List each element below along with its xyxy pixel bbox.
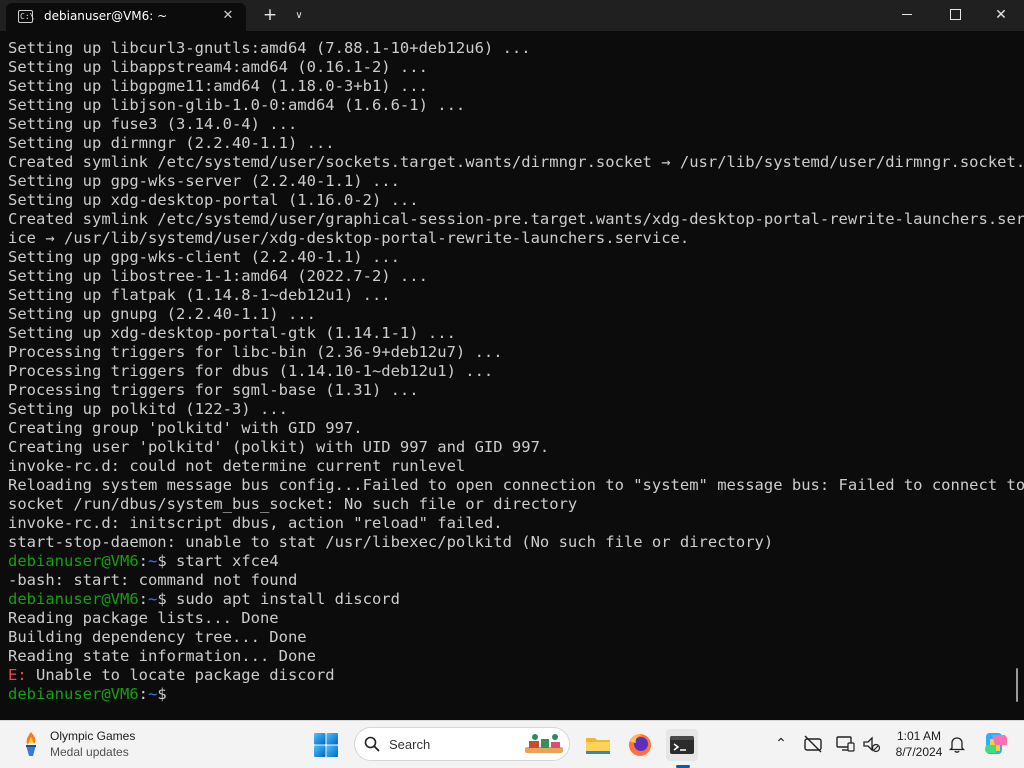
terminal-lines: Setting up libcurl3-gnutls:amd64 (7.88.1… bbox=[8, 39, 1024, 704]
terminal-output-line: ice → /usr/lib/systemd/user/xdg-desktop-… bbox=[8, 229, 690, 247]
error-prefix: E: bbox=[8, 666, 27, 684]
prompt-command: $ bbox=[157, 685, 167, 703]
terminal-tab[interactable]: C:\ debianuser@VM6: ~ ✕ bbox=[6, 3, 246, 31]
prompt-user-host: debianuser@VM6 bbox=[8, 590, 139, 608]
terminal-app-button[interactable] bbox=[666, 729, 698, 761]
terminal-output-line: invoke-rc.d: could not determine current… bbox=[8, 457, 466, 475]
olympic-torch-icon bbox=[26, 732, 36, 756]
close-tab-icon[interactable]: ✕ bbox=[218, 6, 238, 26]
terminal-output-line: invoke-rc.d: initscript dbus, action "re… bbox=[8, 514, 503, 532]
terminal-output-line: Creating group 'polkitd' with GID 997. bbox=[8, 419, 363, 437]
new-tab-button[interactable]: + bbox=[258, 0, 282, 31]
prompt-user-host: debianuser@VM6 bbox=[8, 552, 139, 570]
news-widget[interactable]: Olympic Games Medal updates bbox=[14, 727, 214, 763]
prompt-path: ~ bbox=[148, 552, 158, 570]
firefox-icon[interactable] bbox=[624, 729, 656, 761]
notification-bell-icon[interactable] bbox=[946, 733, 968, 755]
terminal-output-line: Setting up xdg-desktop-portal (1.16.0-2)… bbox=[8, 191, 419, 209]
terminal-output-line: -bash: start: command not found bbox=[8, 571, 298, 589]
terminal-output-line: Setting up fuse3 (3.14.0-4) ... bbox=[8, 115, 298, 133]
error-message: Unable to locate package discord bbox=[26, 666, 335, 684]
scrollbar-thumb[interactable] bbox=[1016, 668, 1018, 702]
chevron-down-icon[interactable]: ∨ bbox=[288, 0, 310, 31]
minimize-button[interactable] bbox=[884, 0, 930, 31]
terminal-output-line: Created symlink /etc/systemd/user/graphi… bbox=[8, 210, 1024, 228]
display-icon[interactable] bbox=[834, 733, 856, 755]
terminal-output-line: Setting up gpg-wks-client (2.2.40-1.1) .… bbox=[8, 248, 400, 266]
title-bar: C:\ debianuser@VM6: ~ ✕ + ∨ ✕ bbox=[0, 0, 1024, 31]
terminal-output-line: Processing triggers for dbus (1.14.10-1~… bbox=[8, 362, 494, 380]
taskbar-search-box[interactable]: Search bbox=[354, 727, 570, 761]
terminal-output-line: start-stop-daemon: unable to stat /usr/l… bbox=[8, 533, 774, 551]
volume-muted-icon[interactable] bbox=[860, 733, 882, 755]
prompt-user-host: debianuser@VM6 bbox=[8, 685, 139, 703]
terminal-output-line: Setting up xdg-desktop-portal-gtk (1.14.… bbox=[8, 324, 456, 342]
terminal-error-line: E: Unable to locate package discord bbox=[8, 666, 1024, 685]
prompt-command: $ start xfce4 bbox=[157, 552, 279, 570]
terminal-output-line: Setting up libappstream4:amd64 (0.16.1-2… bbox=[8, 58, 428, 76]
clock-date: 8/7/2024 bbox=[895, 745, 943, 759]
search-icon bbox=[364, 736, 380, 752]
taskbar: Olympic Games Medal updates Search ⌃ 1:0… bbox=[0, 720, 1024, 768]
prompt-path: ~ bbox=[148, 590, 158, 608]
terminal-output[interactable]: Setting up libcurl3-gnutls:amd64 (7.88.1… bbox=[0, 31, 1024, 720]
terminal-prompt-line: debianuser@VM6:~$ bbox=[8, 685, 1024, 704]
prompt-separator: : bbox=[138, 685, 148, 703]
terminal-output-line: Creating user 'polkitd' (polkit) with UI… bbox=[8, 438, 550, 456]
clock-time: 1:01 AM bbox=[896, 729, 942, 743]
terminal-icon bbox=[670, 736, 694, 754]
terminal-output-line: Created symlink /etc/systemd/user/socket… bbox=[8, 153, 1024, 171]
windows-start-icon[interactable] bbox=[312, 731, 340, 759]
terminal-output-line: Setting up gnupg (2.2.40-1.1) ... bbox=[8, 305, 316, 323]
tab-icon-text: C:\ bbox=[20, 12, 35, 21]
maximize-button[interactable] bbox=[932, 0, 978, 31]
search-highlight-illustration-icon bbox=[525, 734, 563, 753]
terminal-output-line: Setting up flatpak (1.14.8-1~deb12u1) ..… bbox=[8, 286, 391, 304]
tab-title: debianuser@VM6: ~ bbox=[44, 9, 168, 23]
terminal-output-line: Reloading system message bus config...Fa… bbox=[8, 476, 1024, 494]
terminal-output-line: Setting up libgpgme11:amd64 (1.18.0-3+b1… bbox=[8, 77, 428, 95]
search-placeholder: Search bbox=[389, 737, 431, 752]
terminal-prompt-line: debianuser@VM6:~$ sudo apt install disco… bbox=[8, 590, 1024, 609]
terminal-output-line: Building dependency tree... Done bbox=[8, 628, 307, 646]
terminal-output-line: Setting up dirmngr (2.2.40-1.1) ... bbox=[8, 134, 335, 152]
copilot-icon[interactable] bbox=[980, 729, 1010, 759]
widget-subtitle: Medal updates bbox=[50, 745, 129, 759]
show-hidden-icons-chevron-icon[interactable]: ⌃ bbox=[770, 733, 792, 755]
terminal-tab-icon: C:\ bbox=[18, 10, 35, 23]
terminal-prompt-line: debianuser@VM6:~$ start xfce4 bbox=[8, 552, 1024, 571]
system-clock[interactable]: 1:01 AM 8/7/2024 bbox=[884, 728, 954, 760]
terminal-output-line: Processing triggers for sgml-base (1.31)… bbox=[8, 381, 419, 399]
prompt-separator: : bbox=[138, 590, 148, 608]
terminal-output-line: Reading package lists... Done bbox=[8, 609, 279, 627]
terminal-output-line: Processing triggers for libc-bin (2.36-9… bbox=[8, 343, 503, 361]
terminal-output-line: socket /run/dbus/system_bus_socket: No s… bbox=[8, 495, 578, 513]
network-disconnected-icon[interactable] bbox=[802, 733, 824, 755]
close-window-button[interactable]: ✕ bbox=[978, 0, 1024, 31]
terminal-output-line: Reading state information... Done bbox=[8, 647, 316, 665]
terminal-output-line: Setting up polkitd (122-3) ... bbox=[8, 400, 288, 418]
terminal-output-line: Setting up libostree-1-1:amd64 (2022.7-2… bbox=[8, 267, 428, 285]
maximize-icon bbox=[949, 9, 961, 20]
widget-title: Olympic Games bbox=[50, 729, 136, 743]
prompt-path: ~ bbox=[148, 685, 158, 703]
file-explorer-icon[interactable] bbox=[582, 729, 614, 761]
prompt-separator: : bbox=[138, 552, 148, 570]
prompt-command: $ sudo apt install discord bbox=[157, 590, 400, 608]
terminal-output-line: Setting up gpg-wks-server (2.2.40-1.1) .… bbox=[8, 172, 400, 190]
terminal-output-line: Setting up libcurl3-gnutls:amd64 (7.88.1… bbox=[8, 39, 531, 57]
minimize-icon bbox=[902, 14, 912, 15]
terminal-output-line: Setting up libjson-glib-1.0-0:amd64 (1.6… bbox=[8, 96, 466, 114]
